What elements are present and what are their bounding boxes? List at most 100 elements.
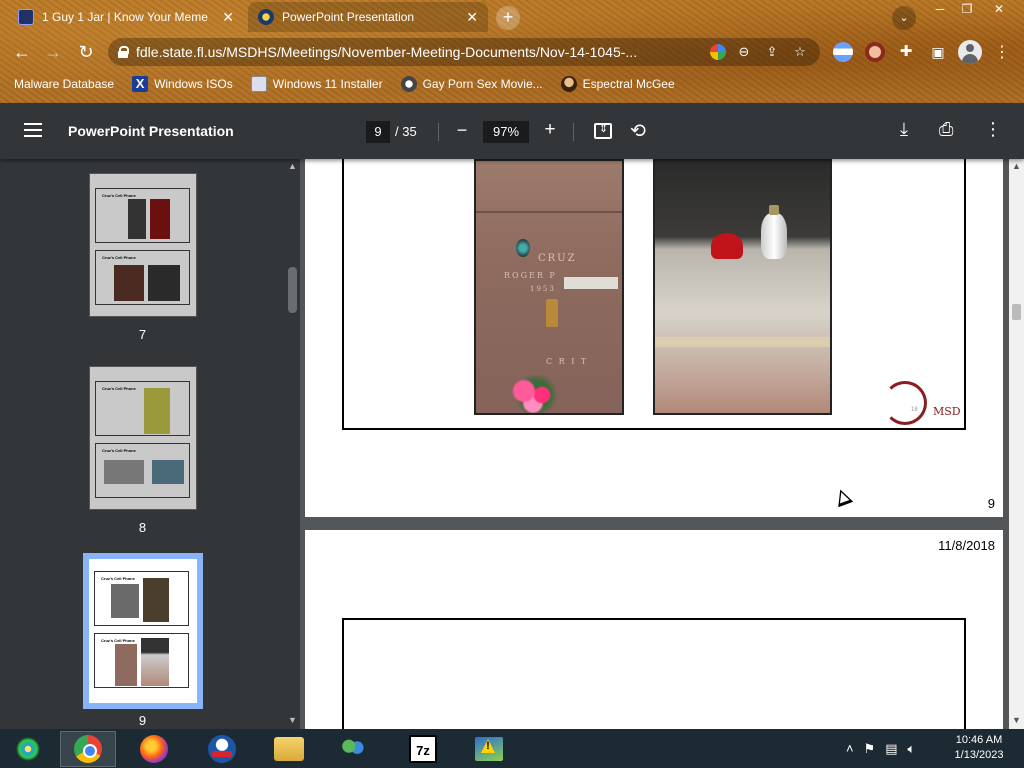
zoom-in-button[interactable]: +	[541, 119, 559, 141]
tray-overflow-chevron-icon[interactable]: ˄	[846, 741, 854, 756]
scroll-down-icon[interactable]: ▼	[1012, 715, 1021, 725]
minimize-button[interactable]: ─	[925, 0, 955, 18]
chrome-icon	[74, 735, 102, 763]
tab-strip: 1 Guy 1 Jar | Know Your Meme ✕ PowerPoin…	[0, 0, 1024, 34]
pdf-page-10: 11/8/2018	[305, 530, 1003, 729]
taskbar-warning-app[interactable]	[461, 731, 517, 767]
volume-icon[interactable]: 🔈︎	[908, 741, 916, 757]
tab-powerpoint[interactable]: PowerPoint Presentation ✕	[248, 2, 488, 32]
red-hat	[711, 233, 743, 259]
obama-logo-icon	[208, 735, 236, 763]
scroll-up-icon[interactable]: ▲	[288, 161, 297, 171]
flag-extension-icon[interactable]	[833, 42, 853, 62]
document-scrollbar[interactable]: ▲ ▼	[1009, 159, 1024, 729]
thumbnail-page-8[interactable]: Cruz's Cell Phone Cruz's Cell Phone	[89, 366, 197, 510]
taskbar-file-explorer[interactable]	[261, 731, 317, 767]
bookmark-windows-11-installer[interactable]: Windows 11 Installer	[250, 76, 383, 92]
pdf-toolbar: PowerPoint Presentation 9 / 35 − 97% + ⟲…	[0, 103, 1024, 159]
bookmark-site[interactable]: Gay Porn Sex Movie...	[400, 76, 543, 92]
print-icon[interactable]: ⎙	[939, 119, 953, 140]
page-number-input[interactable]: 9	[366, 121, 390, 143]
bookmark-windows-isos[interactable]: X Windows ISOs	[132, 76, 233, 92]
taskbar-chrome[interactable]	[60, 731, 116, 767]
urn	[761, 205, 787, 259]
network-icon[interactable]: ▤	[885, 741, 897, 757]
mini-photo	[114, 265, 144, 301]
bookmark-star-icon[interactable]: ☆	[790, 44, 810, 60]
address-bar[interactable]: fdle.state.fl.us/MSDHS/Meetings/November…	[108, 38, 820, 66]
sidebar-scroll-thumb[interactable]	[288, 267, 297, 313]
site-icon	[400, 76, 417, 92]
share-icon[interactable]: ⇪	[762, 44, 782, 60]
scroll-down-icon[interactable]: ▼	[288, 715, 297, 725]
msd-logo-icon	[883, 381, 927, 425]
zoom-out-button[interactable]: −	[453, 120, 471, 141]
more-actions-icon[interactable]: ⋮	[984, 119, 1002, 140]
taskbar-people[interactable]	[325, 731, 381, 767]
mini-slide: Cruz's Cell Phone	[94, 633, 189, 688]
extensions-puzzle-icon[interactable]: ✚	[896, 42, 916, 62]
taskbar-clock[interactable]: 10:46 AM 1/13/2023	[946, 733, 1012, 763]
vase	[546, 299, 558, 327]
document-viewport[interactable]: CRUZ ROGER P 1953 C R I T 18 MSD 9 11/8/…	[300, 159, 1024, 729]
slide-frame	[342, 618, 966, 729]
chrome-menu-icon[interactable]: ⋮	[994, 42, 1010, 62]
start-button[interactable]	[0, 731, 56, 767]
tab-close-icon[interactable]: ✕	[222, 9, 234, 26]
close-window-button[interactable]: ✕	[984, 0, 1014, 18]
download-icon[interactable]: ⤓	[900, 119, 908, 140]
logo-number: 18	[911, 407, 918, 413]
forward-arrow-icon[interactable]: →	[41, 40, 65, 64]
crypt-photo: CRUZ ROGER P 1953 C R I T	[474, 159, 624, 415]
engraving-first: ROGER P	[504, 271, 557, 280]
back-arrow-icon[interactable]: ←	[10, 40, 34, 64]
sidebar-scrollbar[interactable]: ▲ ▼	[285, 159, 300, 729]
mini-slide: Cruz's Cell Phone	[95, 443, 190, 498]
bookmark-espectral-mcgee[interactable]: Espectral McGee	[560, 76, 675, 92]
fit-to-page-icon[interactable]	[594, 122, 612, 139]
bookmark-malware-database[interactable]: Malware Database	[14, 77, 114, 91]
lock-icon[interactable]	[118, 46, 129, 58]
sidebar-menu-icon[interactable]	[24, 123, 42, 137]
mini-photo	[115, 644, 137, 686]
mini-photo	[128, 199, 146, 239]
fdle-favicon-icon	[258, 9, 274, 25]
thumbnail-page-9-selected[interactable]: Cruz's Cell Phone Cruz's Cell Phone	[83, 553, 203, 709]
avatar-extension-icon[interactable]	[865, 42, 885, 62]
photo-plaque	[516, 239, 530, 257]
tab-search-chevron-icon[interactable]: ⌄	[892, 6, 916, 30]
rotate-icon[interactable]: ⟲	[630, 120, 646, 143]
action-center-flag-icon[interactable]: ⚑	[864, 741, 876, 757]
reload-icon[interactable]: ↻	[74, 40, 98, 64]
bookmarks-bar: Malware Database X Windows ISOs Windows …	[0, 70, 1024, 98]
taskbar-firefox[interactable]	[126, 731, 182, 767]
zoom-icon[interactable]: ⊖	[734, 44, 754, 60]
document-title: PowerPoint Presentation	[68, 123, 234, 139]
profile-avatar-icon[interactable]	[958, 40, 982, 64]
maximize-button[interactable]: ❐	[952, 0, 982, 18]
mini-photo	[150, 199, 170, 239]
url-text[interactable]: fdle.state.fl.us/MSDHS/Meetings/November…	[136, 44, 702, 60]
google-lens-icon[interactable]	[710, 44, 726, 60]
engraving-name: CRUZ	[538, 253, 577, 264]
tab-close-icon[interactable]: ✕	[466, 9, 478, 26]
tab-know-your-meme[interactable]: 1 Guy 1 Jar | Know Your Meme ✕	[8, 2, 244, 32]
label-strip	[564, 277, 618, 289]
scroll-up-icon[interactable]: ▲	[1012, 161, 1021, 171]
thumbnail-page-7[interactable]: Cruz's Cell Phone Cruz's Cell Phone	[89, 173, 197, 317]
installer-icon	[250, 76, 267, 92]
taskbar-obama[interactable]	[194, 731, 250, 767]
know-your-meme-favicon-icon	[18, 9, 34, 25]
mini-photo	[148, 265, 180, 301]
document-scroll-thumb[interactable]	[1012, 304, 1021, 320]
mini-slide: Cruz's Cell Phone	[95, 381, 190, 436]
engraving-bottom: C R I T	[546, 357, 589, 366]
browser-toolbar: ← → ↻ fdle.state.fl.us/MSDHS/Meetings/No…	[0, 34, 1024, 70]
niche-photo	[653, 159, 832, 415]
side-panel-icon[interactable]: ▣	[928, 42, 948, 62]
taskbar-7zip[interactable]: 7z	[395, 731, 451, 767]
new-tab-button[interactable]: +	[496, 6, 520, 30]
zoom-input[interactable]: 97%	[483, 121, 529, 143]
windows-taskbar: 7z ˄ ⚑ ▤ 🔈︎ 10:46 AM 1/13/2023	[0, 729, 1024, 768]
people-icon	[339, 735, 367, 763]
